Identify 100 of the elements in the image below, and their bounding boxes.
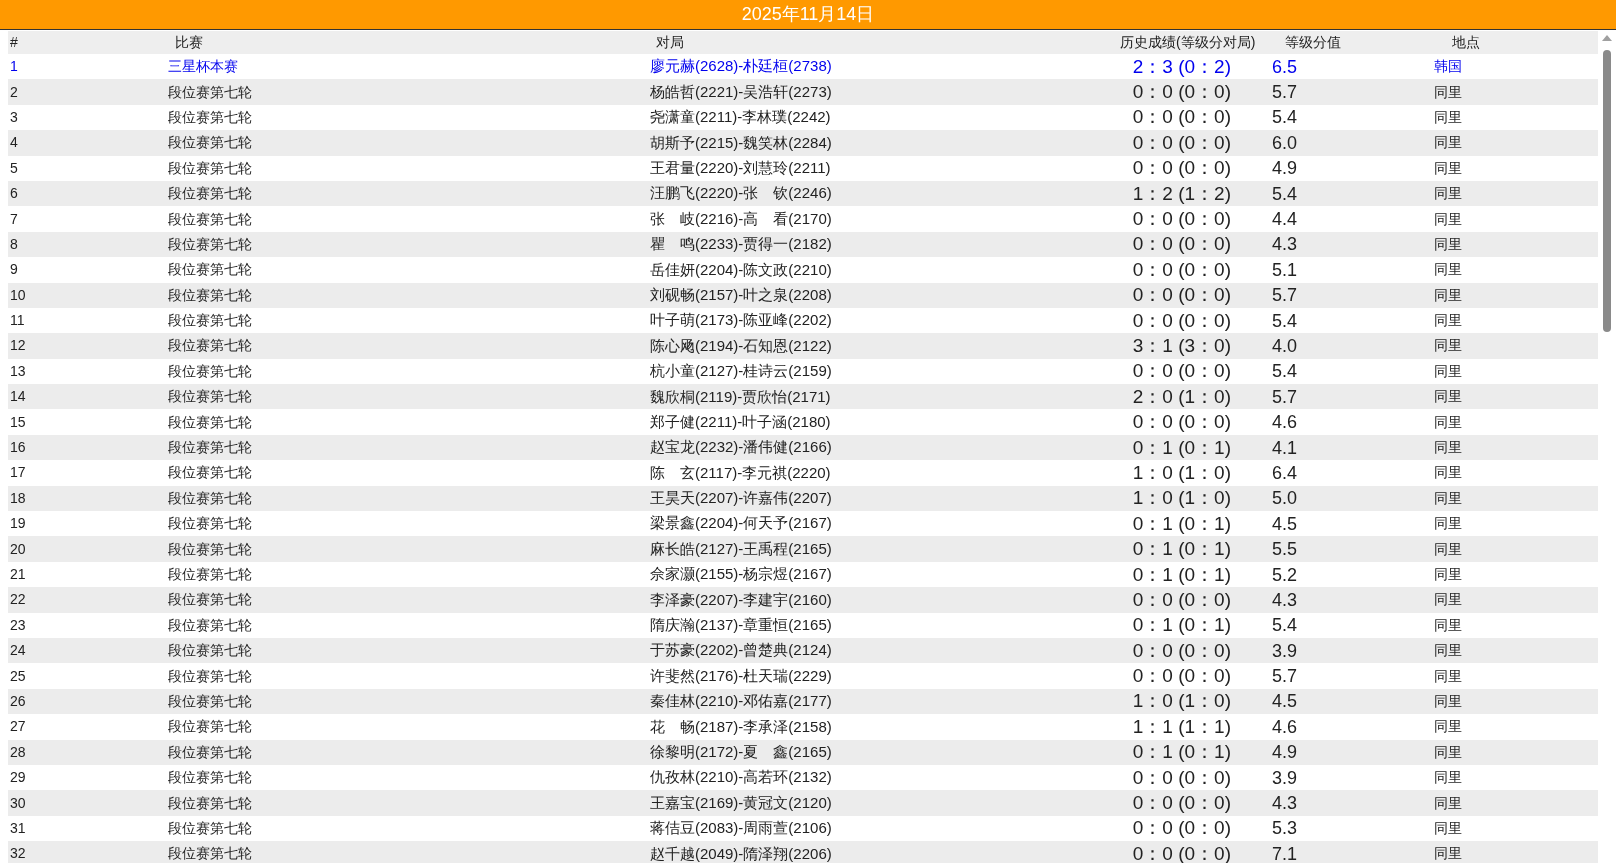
column-header: # bbox=[10, 34, 18, 50]
location-cell-text: 同里 bbox=[1433, 488, 1463, 508]
matchup-cell-text: 花 畅(2187)-李承泽(2158) bbox=[650, 716, 833, 737]
location-cell-text: 同里 bbox=[1433, 361, 1463, 381]
rating-cell-text: 4.0 bbox=[1271, 336, 1299, 356]
rating-cell-text: 5.7 bbox=[1271, 666, 1299, 687]
rating-cell-text: 5.0 bbox=[1271, 488, 1299, 509]
column-header: 地点 bbox=[1452, 34, 1480, 50]
row-number: 3 bbox=[9, 107, 19, 127]
record-cell-text: 0：0 (0：0) bbox=[1131, 259, 1232, 280]
row-number: 30 bbox=[9, 793, 27, 813]
row-number: 15 bbox=[9, 412, 27, 432]
location-cell-text: 同里 bbox=[1433, 336, 1463, 356]
matchup-cell-text: 许斐然(2176)-杜天瑞(2229) bbox=[650, 665, 833, 686]
event-cell-text: 段位赛第七轮 bbox=[167, 158, 253, 178]
record-cell-text: 0：0 (0：0) bbox=[1131, 412, 1232, 433]
matchup-cell-text: 尧潇童(2211)-李林璞(2242) bbox=[650, 107, 832, 128]
matchup-cell-text: 于苏豪(2202)-曾楚典(2124) bbox=[650, 640, 833, 661]
rating-cell-text: 6.4 bbox=[1271, 462, 1299, 483]
row-number: 6 bbox=[9, 184, 19, 204]
matchup-cell-text: 佘家灏(2155)-杨宗煜(2167) bbox=[650, 564, 833, 585]
record-cell-text: 1：0 (1：0) bbox=[1131, 691, 1232, 712]
matchup-link[interactable]: 廖元赫(2628)-朴廷桓(2738) bbox=[650, 55, 1080, 78]
rating-cell-text: 4.5 bbox=[1271, 513, 1299, 534]
rating-cell-text: 5.4 bbox=[1271, 310, 1299, 331]
location-cell-text: 同里 bbox=[1433, 107, 1463, 127]
row-number: 21 bbox=[9, 565, 27, 584]
event-cell-text: 段位赛第七轮 bbox=[167, 133, 253, 153]
rating-cell-text: 5.1 bbox=[1271, 259, 1299, 280]
record-cell-text: 0：1 (0：1) bbox=[1131, 742, 1232, 763]
record-cell-text: 0：0 (0：0) bbox=[1131, 793, 1232, 813]
rating-cell-text: 4.6 bbox=[1271, 716, 1299, 737]
event-cell-text: 段位赛第七轮 bbox=[167, 565, 253, 584]
location-cell-text: 同里 bbox=[1433, 82, 1463, 102]
record-cell-text: 0：0 (0：0) bbox=[1131, 767, 1232, 788]
row-number: 32 bbox=[9, 844, 27, 863]
record-cell-text: 1：0 (1：0) bbox=[1131, 462, 1232, 483]
rating-cell-text: 5.7 bbox=[1271, 386, 1299, 407]
matchup-cell-text: 赵宝龙(2232)-潘伟健(2166) bbox=[650, 437, 833, 458]
event-cell-text: 段位赛第七轮 bbox=[167, 590, 253, 610]
location-cell-text: 同里 bbox=[1433, 615, 1463, 635]
rating-cell-text: 5.2 bbox=[1271, 564, 1299, 585]
row-number: 25 bbox=[9, 666, 27, 686]
row-number: 22 bbox=[9, 590, 27, 610]
row-number: 1 bbox=[9, 57, 19, 77]
location-cell-text: 同里 bbox=[1433, 412, 1463, 432]
event-link[interactable]: 三星杯本赛 bbox=[165, 56, 650, 78]
location-cell-text: 同里 bbox=[1433, 387, 1463, 407]
location-cell-text: 同里 bbox=[1433, 590, 1463, 610]
rating-cell-text: 4.5 bbox=[1271, 691, 1299, 712]
row-number: 5 bbox=[9, 158, 19, 178]
location-link[interactable]: 韩国 bbox=[1405, 56, 1598, 78]
record-cell-text: 0：0 (0：0) bbox=[1131, 640, 1232, 661]
event-cell-text: 段位赛第七轮 bbox=[167, 844, 253, 863]
row-number: 8 bbox=[9, 234, 19, 254]
row-number: 29 bbox=[9, 768, 27, 788]
record-cell-text: 0：0 (0：0) bbox=[1131, 132, 1232, 153]
record-cell-text: 0：0 (0：0) bbox=[1131, 843, 1232, 863]
location-cell-text: 同里 bbox=[1433, 311, 1463, 331]
event-cell-text: 段位赛第七轮 bbox=[167, 463, 253, 483]
location-cell-text: 同里 bbox=[1433, 641, 1463, 661]
rating-cell-text: 5.5 bbox=[1271, 539, 1299, 560]
event-cell-text: 段位赛第七轮 bbox=[167, 209, 253, 229]
matchup-cell-text: 瞿 鸣(2233)-贾得一(2182) bbox=[650, 234, 833, 255]
page-title: 2025年11月14日 bbox=[741, 3, 875, 26]
record-cell-text: 2：0 (1：0) bbox=[1131, 386, 1232, 407]
matchup-cell-text: 岳佳妍(2204)-陈文政(2210) bbox=[650, 259, 833, 280]
rating-cell-text: 7.1 bbox=[1271, 843, 1299, 863]
record-cell-text: 0：0 (0：0) bbox=[1131, 209, 1232, 230]
location-cell-text: 同里 bbox=[1433, 184, 1463, 204]
row-number: 24 bbox=[9, 641, 27, 661]
record-cell-text: 0：0 (0：0) bbox=[1131, 666, 1232, 687]
matchup-cell-text: 蒋佶豆(2083)-周雨萱(2106) bbox=[650, 818, 833, 839]
row-number: 9 bbox=[9, 260, 19, 280]
record-cell-text: 1：0 (1：0) bbox=[1131, 488, 1232, 509]
event-cell-text: 段位赛第七轮 bbox=[167, 818, 253, 838]
row-number: 10 bbox=[9, 285, 27, 305]
matchup-cell-text: 仇孜林(2210)-高若环(2132) bbox=[650, 767, 833, 788]
record-cell-text: 0：0 (0：0) bbox=[1131, 158, 1232, 179]
event-cell-text: 段位赛第七轮 bbox=[167, 260, 253, 280]
matchup-cell-text: 杨皓哲(2221)-吴浩轩(2273) bbox=[650, 81, 833, 102]
record-cell-text: 0：0 (0：0) bbox=[1131, 589, 1232, 610]
matchup-cell-text: 赵千越(2049)-隋泽翔(2206) bbox=[650, 843, 833, 863]
event-cell-text: 段位赛第七轮 bbox=[167, 768, 253, 788]
row-number: 4 bbox=[9, 133, 19, 153]
row-number: 19 bbox=[9, 514, 27, 534]
location-cell-text: 同里 bbox=[1433, 234, 1463, 254]
matchup-cell-text: 秦佳林(2210)-邓佑嘉(2177) bbox=[650, 691, 833, 712]
row-number: 14 bbox=[9, 387, 27, 407]
record-cell-text: 0：1 (0：1) bbox=[1131, 513, 1232, 534]
matchup-cell-text: 叶子萌(2173)-陈亚峰(2202) bbox=[650, 310, 833, 331]
row-number: 11 bbox=[9, 311, 26, 331]
location-cell-text: 同里 bbox=[1433, 539, 1463, 559]
row-number: 7 bbox=[9, 209, 19, 229]
scroll-up-icon[interactable] bbox=[1601, 34, 1613, 42]
rating-cell-text: 4.9 bbox=[1271, 158, 1299, 179]
rating-cell-text: 6.5 bbox=[1271, 56, 1299, 77]
row-number: 16 bbox=[9, 438, 27, 458]
record-cell-text: 0：0 (0：0) bbox=[1131, 310, 1232, 331]
scrollbar-thumb[interactable] bbox=[1603, 50, 1611, 332]
